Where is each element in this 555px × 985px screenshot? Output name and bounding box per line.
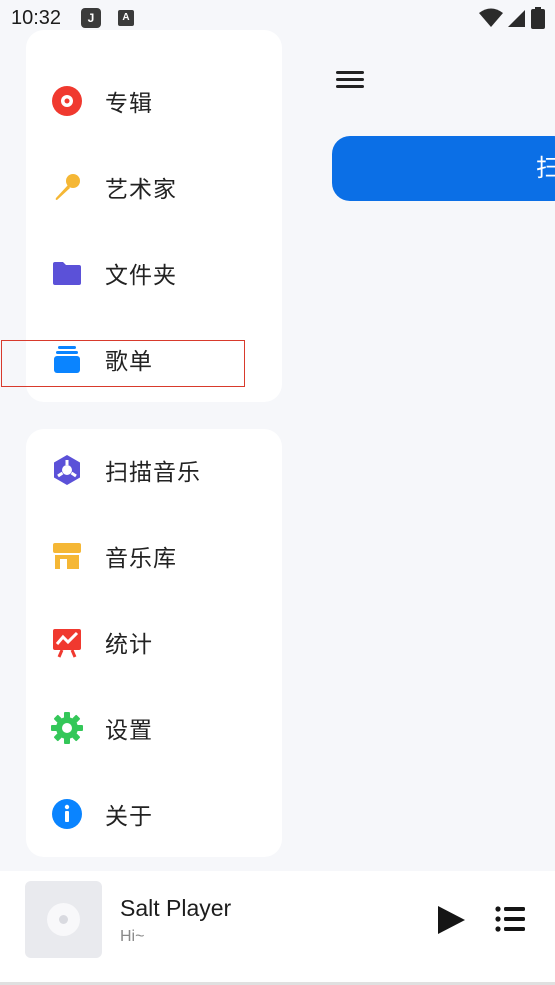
notification-j-icon: J: [81, 8, 101, 28]
play-icon[interactable]: [436, 905, 466, 935]
status-icons: [479, 7, 545, 29]
drawer-item-label: 歌单: [105, 349, 153, 375]
album-icon: [52, 86, 82, 116]
drawer-group-library: 专辑 艺术家 文件夹 歌单: [26, 30, 282, 402]
drawer-item-label: 专辑: [105, 91, 153, 117]
drawer-item-label: 关于: [105, 804, 153, 830]
menu-button[interactable]: [336, 68, 366, 94]
scan-icon: [54, 455, 80, 485]
drawer-item-artist[interactable]: 艺术家: [26, 152, 282, 222]
drawer-item-label: 音乐库: [105, 546, 177, 572]
disc-hole: [59, 915, 68, 924]
drawer-item-label: 扫描音乐: [105, 460, 201, 486]
menu-line: [336, 85, 364, 88]
drawer-item-scan-music[interactable]: 扫描音乐: [26, 435, 282, 505]
info-icon: [52, 799, 82, 829]
mini-player[interactable]: Salt Player Hi~: [0, 871, 555, 985]
song-subtitle: Hi~: [120, 928, 145, 945]
queue-list-icon[interactable]: [495, 906, 525, 932]
drawer-item-folder[interactable]: 文件夹: [26, 238, 282, 308]
drawer-item-playlist[interactable]: 歌单: [26, 324, 282, 394]
playlist-icon: [54, 346, 80, 373]
drawer-item-statistics[interactable]: 统计: [26, 607, 282, 677]
drawer-item-settings[interactable]: 设置: [26, 693, 282, 763]
menu-line: [336, 71, 364, 74]
signal-icon: [508, 10, 525, 27]
battery-icon: [531, 7, 545, 29]
menu-line: [336, 78, 364, 81]
drawer-group-tools: 扫描音乐 音乐库 统计 设置 关于: [26, 429, 282, 857]
drawer-item-label: 设置: [105, 718, 153, 744]
drawer-item-label: 文件夹: [105, 263, 177, 289]
drawer-item-album[interactable]: 专辑: [26, 66, 282, 136]
album-cover[interactable]: [25, 881, 102, 958]
notification-a-icon: A: [118, 10, 134, 26]
drawer-item-about[interactable]: 关于: [26, 779, 282, 849]
store-icon: [53, 543, 81, 569]
folder-icon: [53, 262, 81, 285]
drawer-item-label: 艺术家: [105, 177, 177, 203]
gear-icon: [51, 712, 83, 744]
drawer-item-label: 统计: [105, 632, 153, 658]
chart-icon: [53, 629, 81, 658]
status-time: 10:32: [11, 7, 62, 29]
drawer-item-music-library[interactable]: 音乐库: [26, 521, 282, 591]
microphone-icon: [55, 174, 80, 200]
song-title: Salt Player: [120, 895, 232, 921]
scan-music-button[interactable]: 扫: [332, 136, 555, 201]
wifi-icon: [479, 8, 503, 27]
